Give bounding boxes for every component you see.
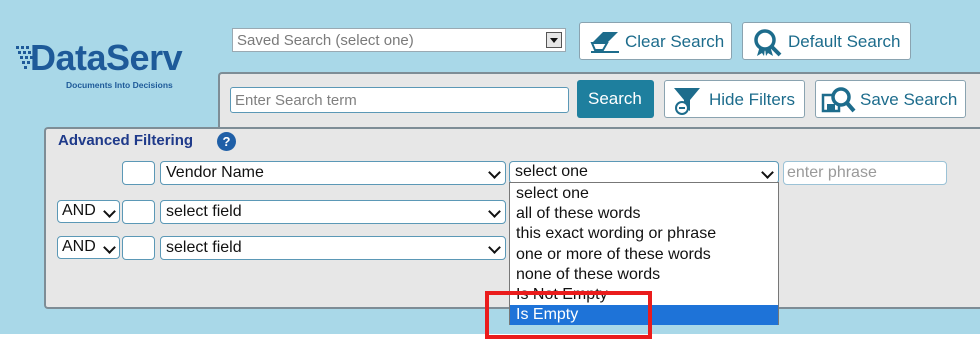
connector-select-row2[interactable]: AND (57, 200, 120, 223)
dropdown-option[interactable]: one or more of these words (510, 245, 778, 265)
search-input[interactable]: Enter Search term (230, 87, 569, 113)
dataserv-logo: DataServ Documents Into Decisions (14, 38, 214, 98)
phrase-input-row1[interactable]: enter phrase (783, 161, 947, 185)
default-search-label: Default Search (788, 32, 901, 51)
dropdown-option[interactable]: select one (510, 184, 778, 204)
eraser-icon (590, 32, 619, 53)
logo-tagline: Documents Into Decisions (66, 80, 173, 90)
chevron-down-icon (761, 166, 774, 179)
help-icon[interactable]: ? (217, 132, 236, 151)
option-label: select one (516, 185, 589, 202)
chevron-down-icon (488, 166, 501, 179)
search-button-label: Search (588, 89, 642, 108)
save-search-button[interactable]: Save Search (815, 80, 966, 118)
open-paren-box[interactable] (122, 236, 155, 260)
field-select-value: select field (166, 239, 242, 256)
field-select-row2[interactable]: select field (160, 200, 506, 224)
save-search-icon (821, 87, 856, 113)
operator-select-row1[interactable]: select one (509, 161, 779, 184)
option-label: all of these words (516, 205, 641, 222)
phrase-placeholder: enter phrase (787, 164, 877, 181)
dropdown-option[interactable]: none of these words (510, 265, 778, 285)
chevron-down-icon (103, 241, 116, 254)
clear-search-button[interactable]: Clear Search (579, 22, 732, 60)
hide-filters-button[interactable]: Hide Filters (664, 80, 805, 118)
option-label: one or more of these words (516, 246, 711, 263)
logo-wordmark: DataServ (30, 37, 183, 78)
clear-search-label: Clear Search (625, 32, 725, 51)
saved-search-select[interactable]: Saved Search (select one) (232, 28, 566, 52)
connector-value: AND (62, 202, 96, 219)
connector-value: AND (62, 238, 96, 255)
save-search-label: Save Search (860, 90, 958, 109)
field-select-row3[interactable]: select field (160, 236, 506, 260)
search-ribbon-icon (754, 29, 782, 57)
chevron-down-icon (103, 205, 116, 218)
option-label: none of these words (516, 266, 661, 283)
saved-search-value: Saved Search (select one) (237, 32, 414, 49)
open-paren-box[interactable] (122, 161, 155, 185)
chevron-down-icon (488, 205, 501, 218)
default-search-button[interactable]: Default Search (742, 22, 911, 60)
filter-icon (674, 88, 700, 115)
advanced-filtering-title: Advanced Filtering (58, 132, 194, 149)
chevron-down-icon (488, 241, 501, 254)
option-label: this exact wording or phrase (516, 225, 717, 242)
operator-select-value: select one (515, 163, 588, 180)
search-button[interactable]: Search (577, 80, 654, 118)
search-placeholder: Enter Search term (235, 92, 357, 109)
chevron-down-icon[interactable] (546, 32, 562, 48)
connector-select-row3[interactable]: AND (57, 236, 120, 259)
dropdown-option[interactable]: all of these words (510, 204, 778, 224)
hide-filters-label: Hide Filters (709, 90, 795, 109)
field-select-value: Vendor Name (166, 164, 264, 181)
highlight-callout-box (485, 291, 652, 339)
field-select-row1[interactable]: Vendor Name (160, 161, 506, 185)
field-select-value: select field (166, 203, 242, 220)
dropdown-option[interactable]: this exact wording or phrase (510, 224, 778, 244)
open-paren-box[interactable] (122, 200, 155, 224)
